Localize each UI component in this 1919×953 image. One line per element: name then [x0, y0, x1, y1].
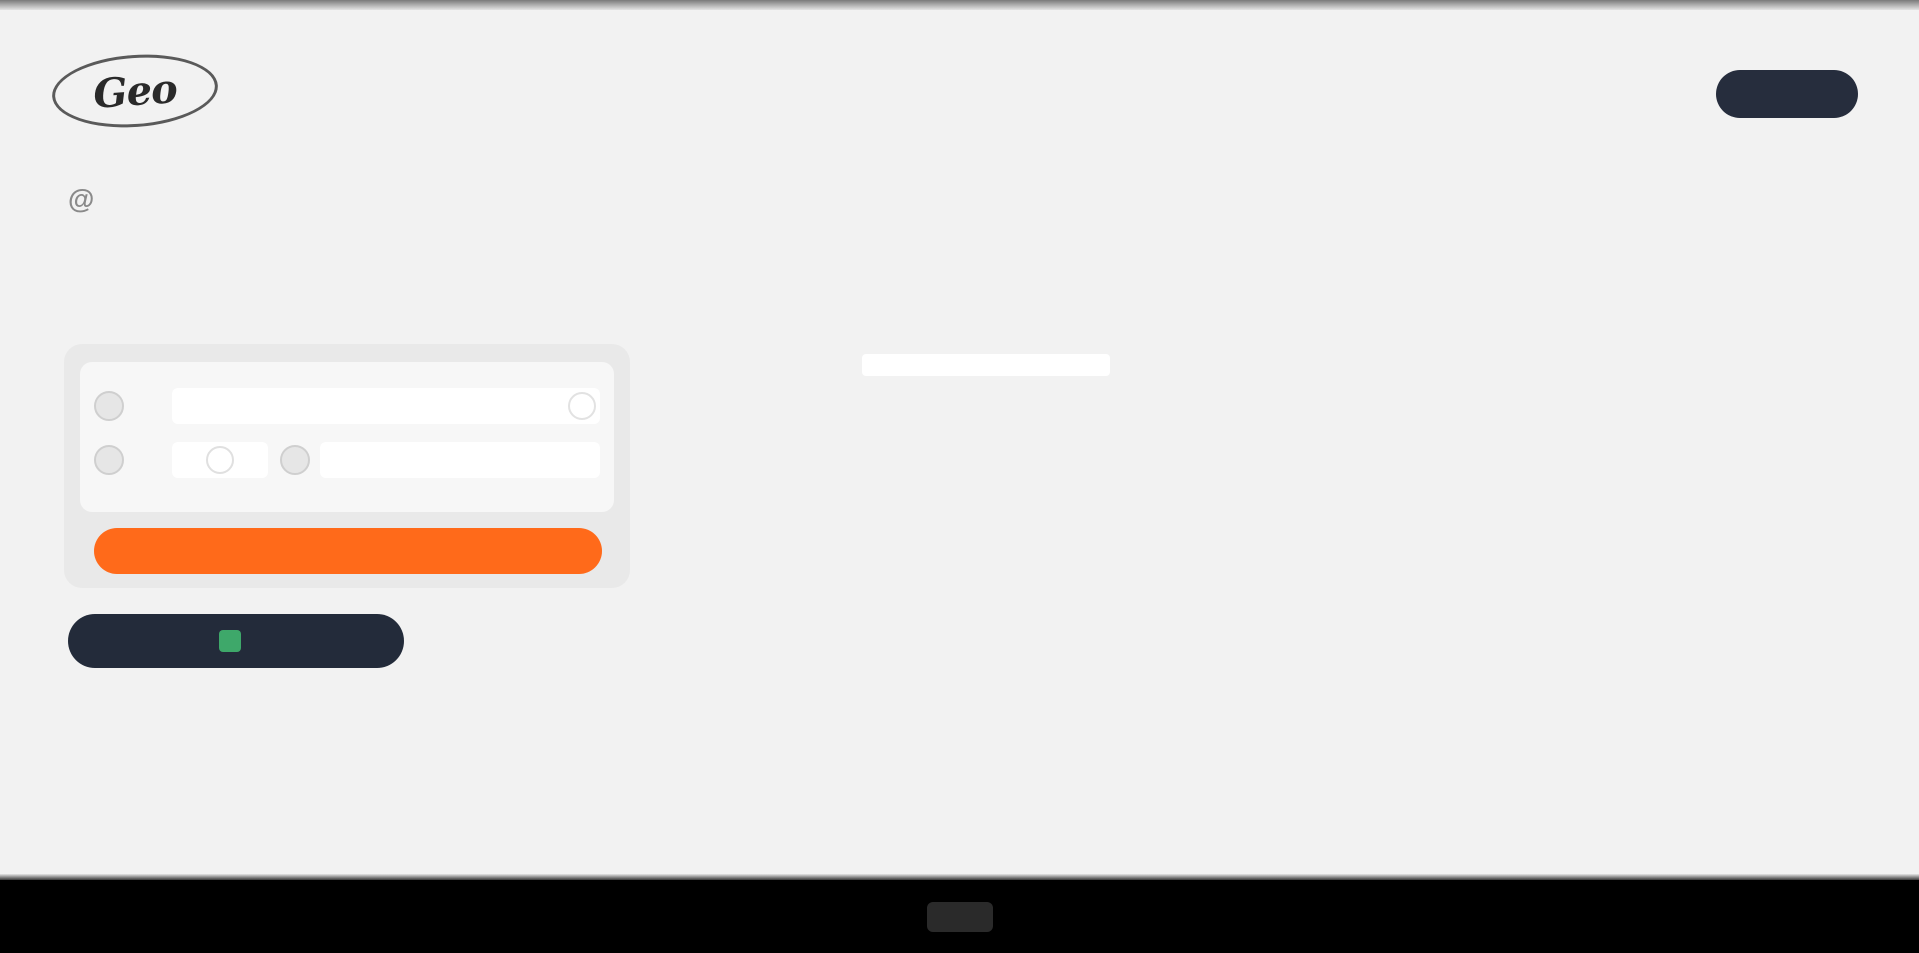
- side-field: [662, 352, 1110, 378]
- form-row-1: [94, 386, 600, 426]
- form-card-inner: [80, 362, 614, 512]
- option-2-chip[interactable]: [172, 442, 268, 478]
- bottom-bar: [0, 880, 1919, 953]
- app-badge-icon: [219, 630, 241, 652]
- radio-option-2[interactable]: [94, 445, 124, 475]
- side-field-input[interactable]: [862, 354, 1110, 376]
- chip-dot-icon: [206, 446, 234, 474]
- site-logo[interactable]: Geo: [49, 49, 342, 133]
- option-1-input[interactable]: [172, 388, 600, 424]
- radio-option-1[interactable]: [94, 391, 124, 421]
- logo-mark: Geo: [49, 49, 221, 133]
- page-title-at: @: [68, 184, 95, 214]
- secondary-dark-button[interactable]: [68, 614, 404, 668]
- bottom-bar-label: [926, 901, 993, 932]
- option-3-input[interactable]: [320, 442, 600, 478]
- form-row-2: [94, 440, 600, 480]
- radio-option-3[interactable]: [280, 445, 310, 475]
- primary-submit-button[interactable]: [94, 528, 602, 574]
- page-title: @: [68, 184, 94, 215]
- header-action-button[interactable]: [1716, 70, 1858, 118]
- form-card: [64, 344, 630, 588]
- top-edge: [0, 0, 1919, 10]
- clear-icon[interactable]: [568, 392, 596, 420]
